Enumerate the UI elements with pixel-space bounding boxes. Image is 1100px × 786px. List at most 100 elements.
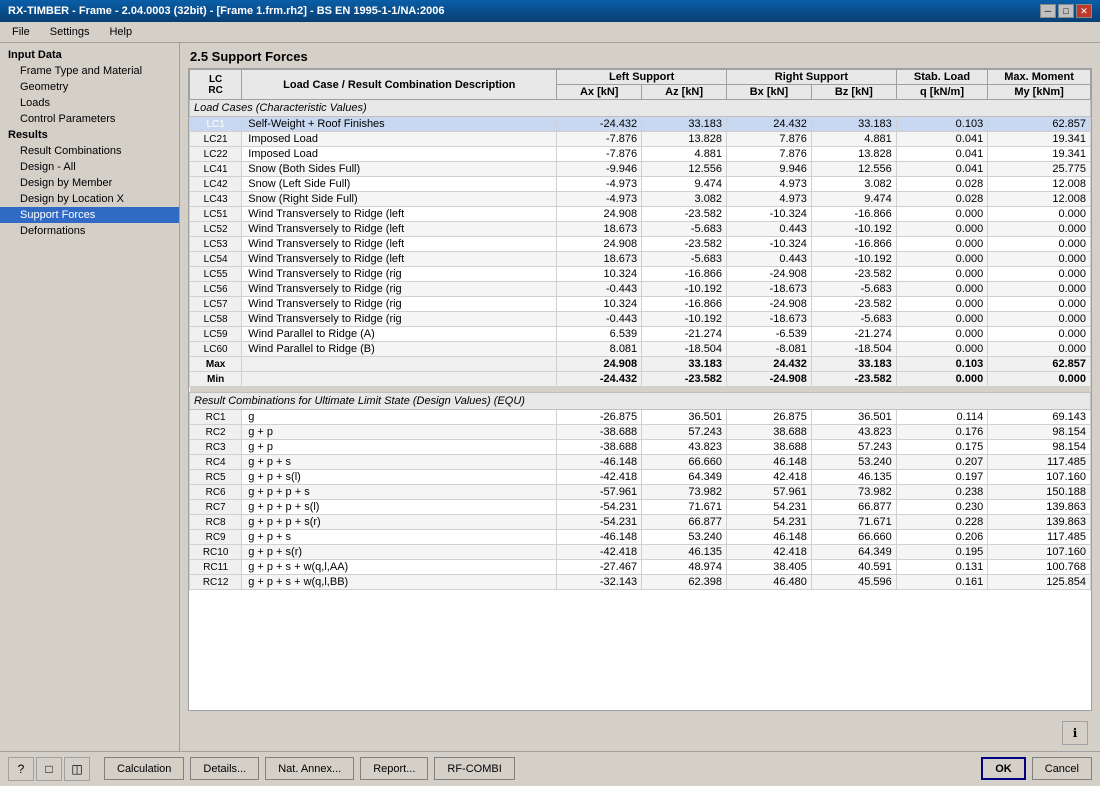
close-button[interactable]: ✕ — [1076, 4, 1092, 18]
sidebar-item-design-all[interactable]: Design - All — [0, 159, 179, 175]
report-button[interactable]: Report... — [360, 757, 428, 780]
table-container[interactable]: LC RC Load Case / Result Combination Des… — [188, 68, 1092, 711]
sidebar-section-results: Results — [0, 127, 179, 143]
sidebar-item-design-member[interactable]: Design by Member — [0, 175, 179, 191]
rc-az: 48.974 — [642, 560, 727, 575]
sidebar-item-geometry[interactable]: Geometry — [0, 79, 179, 95]
sidebar-item-result-combinations[interactable]: Result Combinations — [0, 143, 179, 159]
rc-bz: 46.135 — [811, 470, 896, 485]
table-row: LC58 Wind Transversely to Ridge (rig -0.… — [190, 312, 1091, 327]
col-header-my: My [kNm] — [988, 85, 1091, 100]
lc-az: 9.474 — [642, 177, 727, 192]
rc-ax: -42.418 — [557, 545, 642, 560]
ok-button[interactable]: OK — [981, 757, 1026, 780]
lc-ax: -4.973 — [557, 177, 642, 192]
lc-bx: 7.876 — [727, 132, 812, 147]
sidebar-item-design-location[interactable]: Design by Location X — [0, 191, 179, 207]
bottom-bar: ? □ ◫ Calculation Details... Nat. Annex.… — [0, 751, 1100, 785]
rc-bx: 46.148 — [727, 530, 812, 545]
lc-description: Snow (Left Side Full) — [242, 177, 557, 192]
rc-q: 0.161 — [896, 575, 987, 590]
lc-ax: -0.443 — [557, 282, 642, 297]
details-button[interactable]: Details... — [190, 757, 259, 780]
table-row: LC55 Wind Transversely to Ridge (rig 10.… — [190, 267, 1091, 282]
lc-ax: -9.946 — [557, 162, 642, 177]
lc-description — [242, 357, 557, 372]
info-icon[interactable]: ℹ — [1062, 721, 1088, 745]
rc-ax: -38.688 — [557, 440, 642, 455]
window-icon[interactable]: □ — [36, 757, 62, 781]
rc-bx: 54.231 — [727, 515, 812, 530]
lc-id: LC51 — [190, 207, 242, 222]
rc-az: 46.135 — [642, 545, 727, 560]
rc-az: 66.877 — [642, 515, 727, 530]
lc-ax: -7.876 — [557, 132, 642, 147]
cancel-button[interactable]: Cancel — [1032, 757, 1092, 780]
sidebar-item-frame-type[interactable]: Frame Type and Material — [0, 63, 179, 79]
help-icon[interactable]: ? — [8, 757, 34, 781]
lc-bx: -18.673 — [727, 312, 812, 327]
rc-q: 0.114 — [896, 410, 987, 425]
rc-my: 117.485 — [988, 530, 1091, 545]
lc-bx: 7.876 — [727, 147, 812, 162]
rc-ax: -46.148 — [557, 530, 642, 545]
split-icon[interactable]: ◫ — [64, 757, 90, 781]
lc-description: Wind Transversely to Ridge (rig — [242, 312, 557, 327]
rc-my: 98.154 — [988, 440, 1091, 455]
rc-bz: 36.501 — [811, 410, 896, 425]
title-bar: RX-TIMBER - Frame - 2.04.0003 (32bit) - … — [0, 0, 1100, 22]
lc-q: 0.000 — [896, 237, 987, 252]
lc-bx: -18.673 — [727, 282, 812, 297]
rc-id: RC4 — [190, 455, 242, 470]
sidebar-item-deformations[interactable]: Deformations — [0, 223, 179, 239]
lc-bz: -10.192 — [811, 252, 896, 267]
lc-my: 12.008 — [988, 192, 1091, 207]
rc-q: 0.230 — [896, 500, 987, 515]
sidebar-item-control-params[interactable]: Control Parameters — [0, 111, 179, 127]
lc-ax: 10.324 — [557, 297, 642, 312]
lc-az: -10.192 — [642, 282, 727, 297]
table-row: LC41 Snow (Both Sides Full) -9.946 12.55… — [190, 162, 1091, 177]
lc-bx: -8.081 — [727, 342, 812, 357]
rc-ax: -57.961 — [557, 485, 642, 500]
rc-bz: 66.877 — [811, 500, 896, 515]
table-row: LC21 Imposed Load -7.876 13.828 7.876 4.… — [190, 132, 1091, 147]
menu-file[interactable]: File — [4, 24, 38, 40]
rf-combi-button[interactable]: RF-COMBI — [434, 757, 514, 780]
maximize-button[interactable]: □ — [1058, 4, 1074, 18]
lc-q: 0.000 — [896, 297, 987, 312]
lc-bz: 3.082 — [811, 177, 896, 192]
rc-ax: -27.467 — [557, 560, 642, 575]
rc-az: 62.398 — [642, 575, 727, 590]
lc-ax: -24.432 — [557, 117, 642, 132]
lc-bx: 4.973 — [727, 192, 812, 207]
sidebar-item-loads[interactable]: Loads — [0, 95, 179, 111]
rc-id: RC2 — [190, 425, 242, 440]
rc-q: 0.195 — [896, 545, 987, 560]
lc-az: 13.828 — [642, 132, 727, 147]
table-row: RC11 g + p + s + w(q,l,AA) -27.467 48.97… — [190, 560, 1091, 575]
table-row: RC10 g + p + s(r) -42.418 46.135 42.418 … — [190, 545, 1091, 560]
rc-az: 71.671 — [642, 500, 727, 515]
lc-bx: 4.973 — [727, 177, 812, 192]
rc-bz: 45.596 — [811, 575, 896, 590]
lc-id: LC21 — [190, 132, 242, 147]
lc-description: Wind Transversely to Ridge (left — [242, 252, 557, 267]
calculation-button[interactable]: Calculation — [104, 757, 184, 780]
lc-az: -21.274 — [642, 327, 727, 342]
menu-settings[interactable]: Settings — [42, 24, 98, 40]
table-row: RC4 g + p + s -46.148 66.660 46.148 53.2… — [190, 455, 1091, 470]
lc-ax: -7.876 — [557, 147, 642, 162]
rc-id: RC5 — [190, 470, 242, 485]
lc-bz: 12.556 — [811, 162, 896, 177]
minimize-button[interactable]: ─ — [1040, 4, 1056, 18]
nat-annex-button[interactable]: Nat. Annex... — [265, 757, 354, 780]
lc-az: 33.183 — [642, 357, 727, 372]
rc-q: 0.207 — [896, 455, 987, 470]
table-row: LC22 Imposed Load -7.876 4.881 7.876 13.… — [190, 147, 1091, 162]
lc-az: -5.683 — [642, 222, 727, 237]
menu-help[interactable]: Help — [101, 24, 140, 40]
rc-bx: 57.961 — [727, 485, 812, 500]
sidebar-item-support-forces[interactable]: Support Forces — [0, 207, 179, 223]
col-header-lc-rc: LC RC — [190, 70, 242, 100]
